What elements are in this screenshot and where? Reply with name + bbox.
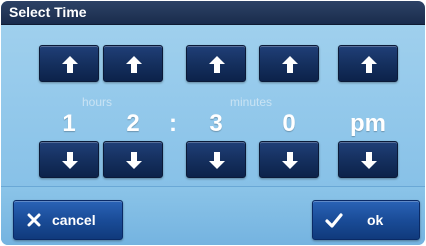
meridiem-increment-button[interactable]: [338, 45, 398, 82]
arrow-down-icon: [126, 152, 142, 169]
arrow-up-icon: [209, 56, 225, 73]
meridiem-decrement-button[interactable]: [338, 141, 398, 178]
ok-button[interactable]: ok: [312, 200, 420, 240]
minute-tens-decrement-button[interactable]: [186, 141, 246, 178]
action-bar: cancel ok: [1, 186, 425, 245]
hour-ones-digit: 2: [126, 110, 140, 137]
cancel-button[interactable]: cancel: [13, 200, 123, 240]
ok-label: ok: [367, 212, 384, 228]
meridiem-value: pm: [350, 110, 386, 137]
hour-tens-increment-button[interactable]: [39, 45, 99, 82]
minute-ones-decrement-button[interactable]: [259, 141, 319, 178]
hour-ones-increment-button[interactable]: [103, 45, 163, 82]
time-separator: :: [169, 110, 177, 137]
arrow-down-icon: [361, 152, 377, 169]
arrow-up-icon: [361, 56, 377, 73]
dialog-title: Select Time: [9, 4, 87, 20]
minute-ones-increment-button[interactable]: [259, 45, 319, 82]
arrow-up-icon: [126, 56, 142, 73]
hour-tens-digit: 1: [62, 110, 76, 137]
minute-tens-increment-button[interactable]: [186, 45, 246, 82]
minute-tens-digit: 3: [209, 110, 223, 137]
hour-ones-decrement-button[interactable]: [103, 141, 163, 178]
minute-ones-digit: 0: [282, 110, 296, 137]
minutes-label: minutes: [229, 95, 273, 109]
hours-label: hours: [81, 95, 113, 109]
cancel-label: cancel: [52, 212, 96, 228]
arrow-down-icon: [282, 152, 298, 169]
arrow-up-icon: [62, 56, 78, 73]
arrow-down-icon: [62, 152, 78, 169]
hour-tens-decrement-button[interactable]: [39, 141, 99, 178]
title-bar: Select Time: [1, 1, 425, 25]
arrow-up-icon: [282, 56, 298, 73]
checkmark-icon: [325, 213, 343, 228]
select-time-dialog: Select Time hours minutes 1 2 : 3 0 pm c…: [1, 1, 425, 245]
close-icon: [27, 213, 41, 227]
arrow-down-icon: [209, 152, 225, 169]
